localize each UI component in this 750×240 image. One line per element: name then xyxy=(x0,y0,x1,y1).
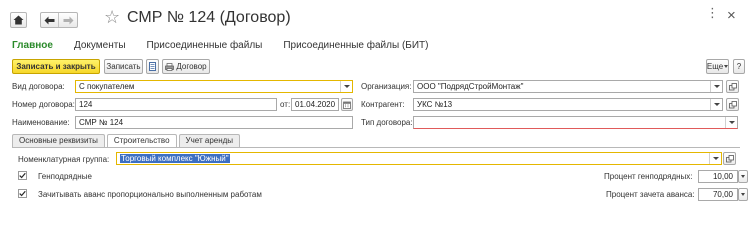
tab-rent-accounting[interactable]: Учет аренды xyxy=(178,134,241,147)
counterparty-open-button[interactable] xyxy=(726,98,739,111)
nomenclature-group-value: Торговый комплекс "Южный" xyxy=(120,154,230,163)
counterparty-dropdown[interactable] xyxy=(710,99,722,110)
contract-type-field[interactable] xyxy=(413,116,738,129)
print-contract-button[interactable]: Договор xyxy=(162,59,210,74)
save-and-close-button[interactable]: Записать и закрыть xyxy=(12,59,100,74)
contract-kind-field[interactable]: С покупателем xyxy=(75,80,353,93)
organization-value: ООО "ПодрядСтройМонтаж" xyxy=(417,82,524,91)
favorite-star-icon[interactable]: ☆ xyxy=(104,8,120,26)
nomenclature-group-dropdown[interactable] xyxy=(709,153,721,164)
chevron-down-icon xyxy=(728,121,735,124)
home-button[interactable] xyxy=(10,12,27,28)
nav-arrows xyxy=(40,12,78,28)
contract-kind-label: Вид договора: xyxy=(12,82,65,91)
checkmark-icon xyxy=(19,172,26,179)
contract-number-label: Номер договора: xyxy=(12,100,75,109)
arrow-left-icon xyxy=(44,16,55,24)
printer-icon xyxy=(165,62,175,71)
more-label: Еще xyxy=(706,62,724,71)
chevron-down-icon xyxy=(712,157,719,160)
organization-dropdown[interactable] xyxy=(710,81,722,92)
organization-field[interactable]: ООО "ПодрядСтройМонтаж" xyxy=(413,80,723,93)
open-link-icon xyxy=(725,154,734,162)
date-value: 01.04.2020 xyxy=(295,100,336,109)
name-value: СМР № 124 xyxy=(79,118,124,127)
general-percent-value: 10,00 xyxy=(712,172,733,181)
nomenclature-group-field[interactable]: Торговый комплекс "Южный" xyxy=(116,152,722,165)
general-percent-stepper[interactable] xyxy=(738,170,748,183)
chevron-down-icon xyxy=(741,193,745,196)
nomenclature-group-label: Номенклатурная группа: xyxy=(18,155,110,164)
more-actions-icon[interactable]: ⋮ xyxy=(706,6,720,20)
close-icon[interactable]: × xyxy=(727,8,736,24)
home-icon xyxy=(13,15,24,25)
list-button[interactable] xyxy=(146,59,159,74)
organization-label: Организация: xyxy=(361,82,412,91)
help-button[interactable]: ? xyxy=(733,59,745,74)
counterparty-value: УКС №13 xyxy=(417,100,453,109)
general-contract-checkbox[interactable] xyxy=(18,171,27,180)
date-field[interactable]: 01.04.2020 xyxy=(291,98,339,111)
section-documents[interactable]: Документы xyxy=(74,40,126,51)
name-field[interactable]: СМР № 124 xyxy=(75,116,353,129)
advance-percent-stepper[interactable] xyxy=(738,188,748,201)
nomenclature-group-open-button[interactable] xyxy=(723,152,736,165)
section-attached-files[interactable]: Присоединенные файлы xyxy=(147,40,263,51)
section-nav: Главное Документы Присоединенные файлы П… xyxy=(12,40,449,51)
counterparty-field[interactable]: УКС №13 xyxy=(413,98,723,111)
save-button[interactable]: Записать xyxy=(104,59,143,74)
forward-button[interactable] xyxy=(59,13,77,27)
name-label: Наименование: xyxy=(12,118,70,127)
chevron-down-icon xyxy=(713,103,720,106)
back-button[interactable] xyxy=(41,13,60,27)
chevron-down-icon xyxy=(343,85,350,88)
contract-kind-value: С покупателем xyxy=(79,82,135,91)
tab-construction[interactable]: Строительство xyxy=(106,134,177,148)
page-title: СМР № 124 (Договор) xyxy=(127,9,291,26)
chevron-down-icon xyxy=(713,85,720,88)
section-attached-files-bit[interactable]: Присоединенные файлы (БИТ) xyxy=(283,40,428,51)
arrow-right-icon xyxy=(63,16,74,24)
calendar-icon xyxy=(343,101,351,109)
open-link-icon xyxy=(728,100,737,108)
advance-percent-field[interactable]: 70,00 xyxy=(698,188,738,201)
advance-percent-label: Процент зачета аванса: xyxy=(606,190,695,199)
more-button[interactable]: Еще xyxy=(706,59,729,74)
offset-advance-checkbox[interactable] xyxy=(18,189,27,198)
calendar-button[interactable] xyxy=(341,98,353,111)
general-contract-label: Генподрядные xyxy=(38,172,92,181)
general-percent-field[interactable]: 10,00 xyxy=(698,170,738,183)
general-percent-label: Процент генподрядных: xyxy=(604,172,693,181)
chevron-down-icon xyxy=(741,175,745,178)
chevron-down-icon xyxy=(724,65,729,68)
date-label: от: xyxy=(280,100,291,109)
print-contract-label: Договор xyxy=(176,62,207,71)
offset-advance-label: Зачитывать аванс пропорционально выполне… xyxy=(38,190,262,199)
organization-open-button[interactable] xyxy=(726,80,739,93)
document-list-icon xyxy=(149,62,156,71)
form-tabs: Основные реквизиты Строительство Учет ар… xyxy=(12,134,242,148)
counterparty-label: Контрагент: xyxy=(361,100,405,109)
section-main[interactable]: Главное xyxy=(12,40,53,51)
tab-main-details[interactable]: Основные реквизиты xyxy=(12,134,105,147)
contract-kind-dropdown[interactable] xyxy=(340,81,352,92)
contract-type-dropdown[interactable] xyxy=(725,117,737,128)
contract-number-value: 124 xyxy=(79,100,93,109)
advance-percent-value: 70,00 xyxy=(712,190,733,199)
contract-number-field[interactable]: 124 xyxy=(75,98,277,111)
checkmark-icon xyxy=(19,190,26,197)
open-link-icon xyxy=(728,82,737,90)
contract-type-label: Тип договора: xyxy=(361,118,413,127)
